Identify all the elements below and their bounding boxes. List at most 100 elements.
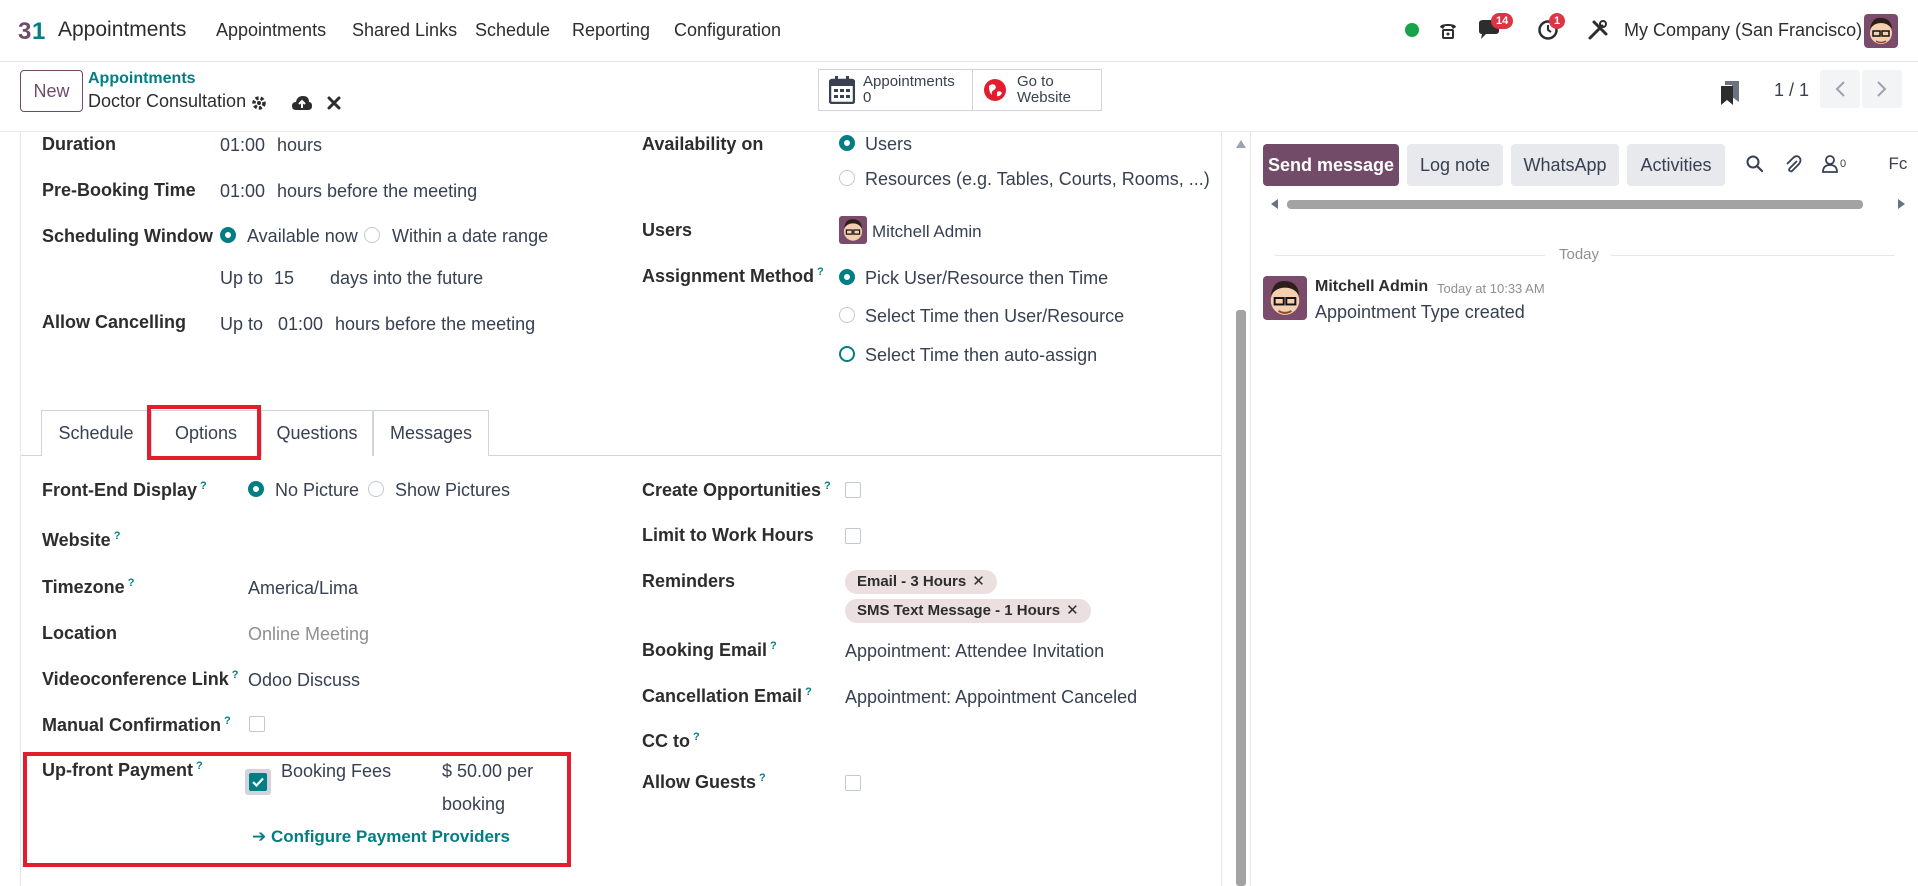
cancellation-email-select[interactable]: Appointment: Appointment Canceled [845,687,1137,708]
paperclip-icon[interactable] [1781,152,1805,176]
activities-button[interactable]: Activities [1627,144,1725,186]
phone-icon[interactable] [1434,16,1462,44]
tools-icon[interactable] [1584,16,1612,44]
reminder-tag-sms[interactable]: SMS Text Message - 1 Hours ✕ [845,599,1091,623]
go-to-website-button[interactable]: Go to Website [973,70,1101,110]
booking-fee-amount[interactable]: $ 50.00 per [442,761,533,782]
assignment-pick-user-radio[interactable] [839,269,855,285]
help-icon[interactable]: ? [805,686,812,698]
scroll-left-icon[interactable] [1269,198,1279,210]
available-now-radio[interactable] [220,227,236,243]
follow-button-truncated[interactable]: Fc [1883,152,1913,176]
tab-schedule[interactable]: Schedule [41,410,151,456]
assignment-pick-user-label: Pick User/Resource then Time [865,268,1109,288]
tab-questions[interactable]: Questions [261,410,373,456]
help-icon[interactable]: ? [200,480,207,492]
booking-email-select[interactable]: Appointment: Attendee Invitation [845,641,1104,662]
send-message-button[interactable]: Send message [1263,144,1399,186]
menu-appointments[interactable]: Appointments [216,20,326,41]
remove-tag-icon[interactable]: ✕ [972,573,985,590]
help-icon[interactable]: ? [824,480,831,492]
create-opportunities-checkbox[interactable] [845,482,861,498]
menu-reporting[interactable]: Reporting [572,20,650,41]
availability-users-radio[interactable] [839,135,855,151]
help-icon[interactable]: ? [232,669,239,681]
app-title[interactable]: Appointments [58,18,186,42]
company-switcher[interactable]: My Company (San Francisco) [1624,20,1862,41]
reminders-label: Reminders [642,571,736,591]
upto-days-input[interactable]: 15 [274,268,294,289]
tab-options[interactable]: Options [151,410,261,457]
chatter-scroll-thumb[interactable] [1287,200,1863,209]
pager-previous-button[interactable] [1820,70,1860,108]
form-scrollbar[interactable] [1236,132,1246,886]
globe-icon [984,79,1006,101]
show-pictures-radio[interactable] [368,481,384,497]
booking-email-label-text: Booking Email [642,640,768,660]
scroll-right-icon[interactable] [1897,198,1907,210]
reminder-tag-email[interactable]: Email - 3 Hours ✕ [845,570,997,594]
assignment-time-user-radio[interactable] [839,307,855,323]
booking-fees-checkbox[interactable] [249,773,267,791]
cancel-hours-input[interactable]: 01:00 [278,314,323,335]
menu-schedule[interactable]: Schedule [475,20,550,41]
remove-tag-icon[interactable]: ✕ [1066,602,1079,619]
pager-value[interactable]: 1 / 1 [1774,80,1809,101]
availability-resources-radio[interactable] [839,170,855,186]
menu-shared-links[interactable]: Shared Links [352,20,457,41]
help-icon[interactable]: ? [114,530,121,542]
timezone-select[interactable]: America/Lima [248,578,358,599]
help-icon[interactable]: ? [224,715,231,727]
gear-icon[interactable] [248,92,270,114]
assignment-time-user-label: Select Time then User/Resource [865,306,1125,326]
videoconference-select[interactable]: Odoo Discuss [248,670,360,691]
configure-payment-providers-link[interactable]: ➔ Configure Payment Providers [252,827,510,847]
activities-clock-icon[interactable]: 1 [1534,13,1566,44]
scroll-up-icon[interactable] [1236,140,1246,148]
messages-icon[interactable]: 14 [1475,13,1514,44]
prebooking-unit: hours before the meeting [277,181,478,201]
log-note-button[interactable]: Log note [1407,144,1503,186]
breadcrumb-parent[interactable]: Appointments [88,70,196,88]
bookmarks-icon[interactable] [1718,80,1742,106]
cancel-upto-label: Up to [220,314,264,334]
appointments-smart-button[interactable]: Appointments 0 [819,70,973,110]
help-icon[interactable]: ? [759,772,766,784]
user-avatar[interactable] [1864,14,1898,48]
duration-input[interactable]: 01:00 [220,135,265,156]
pager-next-button[interactable] [1862,70,1902,108]
frontend-display-label-text: Front-End Display [42,480,198,500]
cloud-upload-icon[interactable] [291,92,313,114]
user-tag-name[interactable]: Mitchell Admin [872,222,982,242]
frontend-display-label: Front-End Display? [42,480,207,501]
message-body: Appointment Type created [1315,302,1525,322]
limit-work-hours-checkbox[interactable] [845,528,861,544]
scrollbar-thumb[interactable] [1236,310,1246,886]
discard-icon[interactable] [323,92,345,114]
availability-resources-label: Resources (e.g. Tables, Courts, Rooms, .… [865,169,1210,189]
tab-messages[interactable]: Messages [373,410,489,456]
help-icon[interactable]: ? [817,266,824,278]
chatter-toolbar-scrollbar[interactable] [1269,198,1909,210]
search-icon[interactable] [1743,152,1767,176]
help-icon[interactable]: ? [196,760,203,772]
new-button[interactable]: New [20,70,83,112]
menu-configuration[interactable]: Configuration [674,20,781,41]
help-icon[interactable]: ? [128,577,135,589]
allow-guests-checkbox[interactable] [845,775,861,791]
assignment-auto-assign-radio[interactable] [839,346,855,362]
no-picture-radio[interactable] [248,481,264,497]
manual-confirmation-checkbox[interactable] [249,716,265,732]
help-icon[interactable]: ? [693,731,700,743]
whatsapp-button[interactable]: WhatsApp [1511,144,1619,186]
prebooking-input[interactable]: 01:00 [220,181,265,202]
help-icon[interactable]: ? [770,640,777,652]
message-author[interactable]: Mitchell Admin [1315,278,1428,296]
date-range-radio[interactable] [364,227,380,243]
followers-button[interactable]: 0 [1817,152,1851,176]
message-author-avatar[interactable] [1263,276,1307,320]
scheduling-window-label: Scheduling Window [42,226,213,246]
location-input[interactable]: Online Meeting [248,624,369,645]
appointments-app-icon[interactable]: 3 1 [18,15,50,45]
assignment-method-label-text: Assignment Method [642,266,815,286]
